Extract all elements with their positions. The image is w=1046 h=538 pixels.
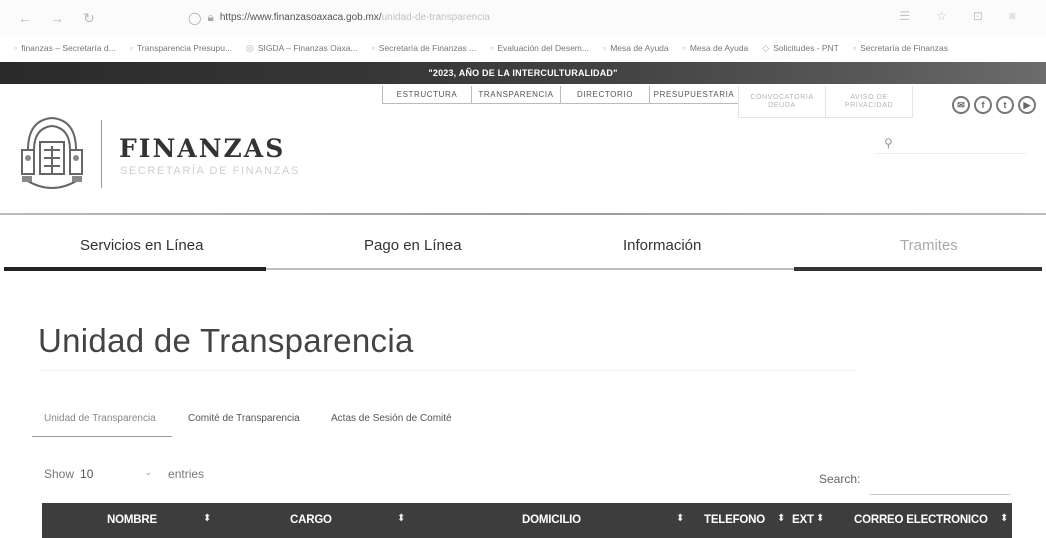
column-header-correo[interactable]: CORREO ELECTRONICO [854, 514, 988, 526]
table-header: NOMBRE ⬍ CARGO ⬍ DOMICILIO ⬍ TELEFONO ⬍ … [42, 503, 1012, 538]
bookmarks-bar: ▫ finanzas – Secretaría d... ▫ Transparenc… [0, 38, 1046, 58]
banner-text: "2023, AÑO DE LA INTERCULTURALIDAD" [428, 68, 618, 78]
table-search-input[interactable] [870, 494, 1010, 495]
nav-pago-en-linea[interactable]: Pago en Línea [364, 237, 462, 254]
page-icon: ▫ [14, 43, 18, 53]
page-icon: ▫ [129, 43, 133, 53]
site-search[interactable]: ⚲ [876, 132, 1026, 154]
search-icon[interactable]: ⚲ [884, 136, 893, 150]
entries-select-value: 10 [80, 467, 94, 481]
nav-bar-rule [266, 268, 794, 270]
brand-title[interactable]: FINANZAS [119, 134, 285, 163]
facebook-icon[interactable]: f [974, 96, 992, 114]
globe-icon: ◎ [246, 42, 254, 53]
top-link-aviso-privacidad[interactable]: AVISO DE PRIVACIDAD [825, 86, 913, 118]
url-path: unidad-de-transparencia [381, 12, 490, 23]
top-link-directorio[interactable]: DIRECTORIO [560, 86, 650, 104]
url-domain: https://www.finanzasoaxaca.gob.mx/ [219, 12, 382, 23]
logo-divider [101, 120, 102, 188]
bookmark-item[interactable]: ◇ Solicitudes - PNT [762, 43, 839, 54]
menu-icon[interactable]: ≡ [1009, 9, 1016, 23]
reload-icon[interactable]: ↻ [82, 10, 96, 27]
page-icon: ▫ [852, 43, 857, 53]
column-header-cargo[interactable]: CARGO [290, 514, 332, 526]
tab-active-underline [32, 436, 172, 437]
youtube-icon[interactable]: ▶ [1018, 96, 1036, 114]
nav-servicios-en-linea[interactable]: Servicios en Línea [80, 237, 203, 254]
nav-tramites[interactable]: Tramites [900, 237, 958, 254]
title-divider [38, 370, 858, 371]
show-label: Show [44, 467, 75, 481]
bookmark-item[interactable]: ▫ Secretaría de Finanzas [853, 43, 948, 53]
page-title: Unidad de Transparencia [38, 322, 414, 359]
column-header-ext[interactable]: EXT [792, 514, 814, 526]
sort-icon[interactable]: ⬍ [816, 513, 824, 524]
main-nav: Servicios en Línea Pago en Línea Informa… [0, 215, 1046, 271]
tab-actas-sesion[interactable]: Actas de Sesión de Comité [331, 413, 452, 424]
nav-active-bar [4, 267, 266, 271]
bookmark-item[interactable]: ▫ Mesa de Ayuda [603, 43, 669, 53]
page-icon: ▫ [602, 43, 607, 53]
top-link-convocatoria-deuda[interactable]: CONVOCATORIA DEUDA [738, 86, 826, 118]
top-banner: "2023, AÑO DE LA INTERCULTURALIDAD" [0, 62, 1046, 84]
chevron-down-icon: ⌄ [144, 467, 153, 477]
column-header-domicilio[interactable]: DOMICILIO [522, 514, 581, 526]
reader-icon[interactable]: ☰ [899, 9, 910, 23]
show-entries: Show 10 ⌄ entries [44, 467, 204, 481]
top-links: ESTRUCTURA TRANSPARENCIA DIRECTORIO PRES… [382, 86, 913, 118]
link-icon: ◇ [762, 42, 770, 53]
table-search-label: Search: [819, 472, 861, 486]
top-link-presupuestaria[interactable]: PRESUPUESTARIA [649, 86, 739, 104]
column-header-telefono[interactable]: TELEFONO [704, 514, 765, 526]
back-icon[interactable]: ← [18, 10, 32, 26]
page-icon: ▫ [371, 43, 375, 53]
lock-icon: 🔒︎ [207, 10, 214, 24]
sort-icon[interactable]: ⬍ [676, 513, 684, 524]
sort-icon[interactable]: ⬍ [1000, 513, 1008, 524]
bookmark-star-icon[interactable]: ☆ [936, 9, 947, 23]
nav-informacion[interactable]: Información [623, 237, 701, 254]
bookmark-item[interactable]: ▫ Secretaría de Finanzas ... [372, 43, 477, 53]
bookmark-item[interactable]: ▫ Mesa de Ayuda [683, 43, 749, 53]
address-bar[interactable]: ◯ 🔒︎ https://www.finanzasoaxaca.gob.mx/ … [188, 10, 490, 25]
extensions-icon[interactable]: ⊡ [973, 9, 983, 23]
page-icon: ▫ [682, 43, 686, 53]
shield-icon: ◯ [188, 10, 202, 25]
sort-icon[interactable]: ⬍ [203, 513, 211, 524]
top-link-transparencia[interactable]: TRANSPARENCIA [471, 86, 561, 104]
brand-subtitle: SECRETARÍA DE FINANZAS [120, 165, 300, 177]
column-header-nombre[interactable]: NOMBRE [107, 514, 157, 526]
social-links: ✉ f t ▶ [952, 96, 1036, 114]
top-link-estructura[interactable]: ESTRUCTURA [382, 86, 472, 104]
twitter-icon[interactable]: t [996, 96, 1014, 114]
tab-unidad-transparencia[interactable]: Unidad de Transparencia [44, 413, 156, 424]
entries-label: entries [168, 467, 205, 481]
sort-icon[interactable]: ⬍ [397, 513, 405, 524]
bookmark-item[interactable]: ◎ SIGDA – Finanzas Oaxa... [246, 43, 358, 54]
sort-icon[interactable]: ⬍ [777, 513, 785, 524]
tab-comite-transparencia[interactable]: Comité de Transparencia [188, 413, 300, 424]
bookmark-item[interactable]: ▫ finanzas – Secretaría d... [14, 43, 116, 53]
nav-bar-right [794, 267, 1042, 271]
logo-emblem[interactable] [18, 110, 86, 196]
page-icon: ▫ [490, 43, 494, 53]
forward-icon[interactable]: → [50, 10, 64, 26]
entries-select[interactable]: 10 ⌄ [80, 467, 162, 481]
browser-toolbar: ← → ↻ ◯ 🔒︎ https://www.finanzasoaxaca.go… [0, 0, 1046, 36]
mail-icon[interactable]: ✉ [952, 96, 970, 114]
bookmark-item[interactable]: ▫ Transparencia Presupu... [130, 43, 232, 53]
bookmark-item[interactable]: ▫ Evaluación del Desem... [490, 43, 589, 53]
